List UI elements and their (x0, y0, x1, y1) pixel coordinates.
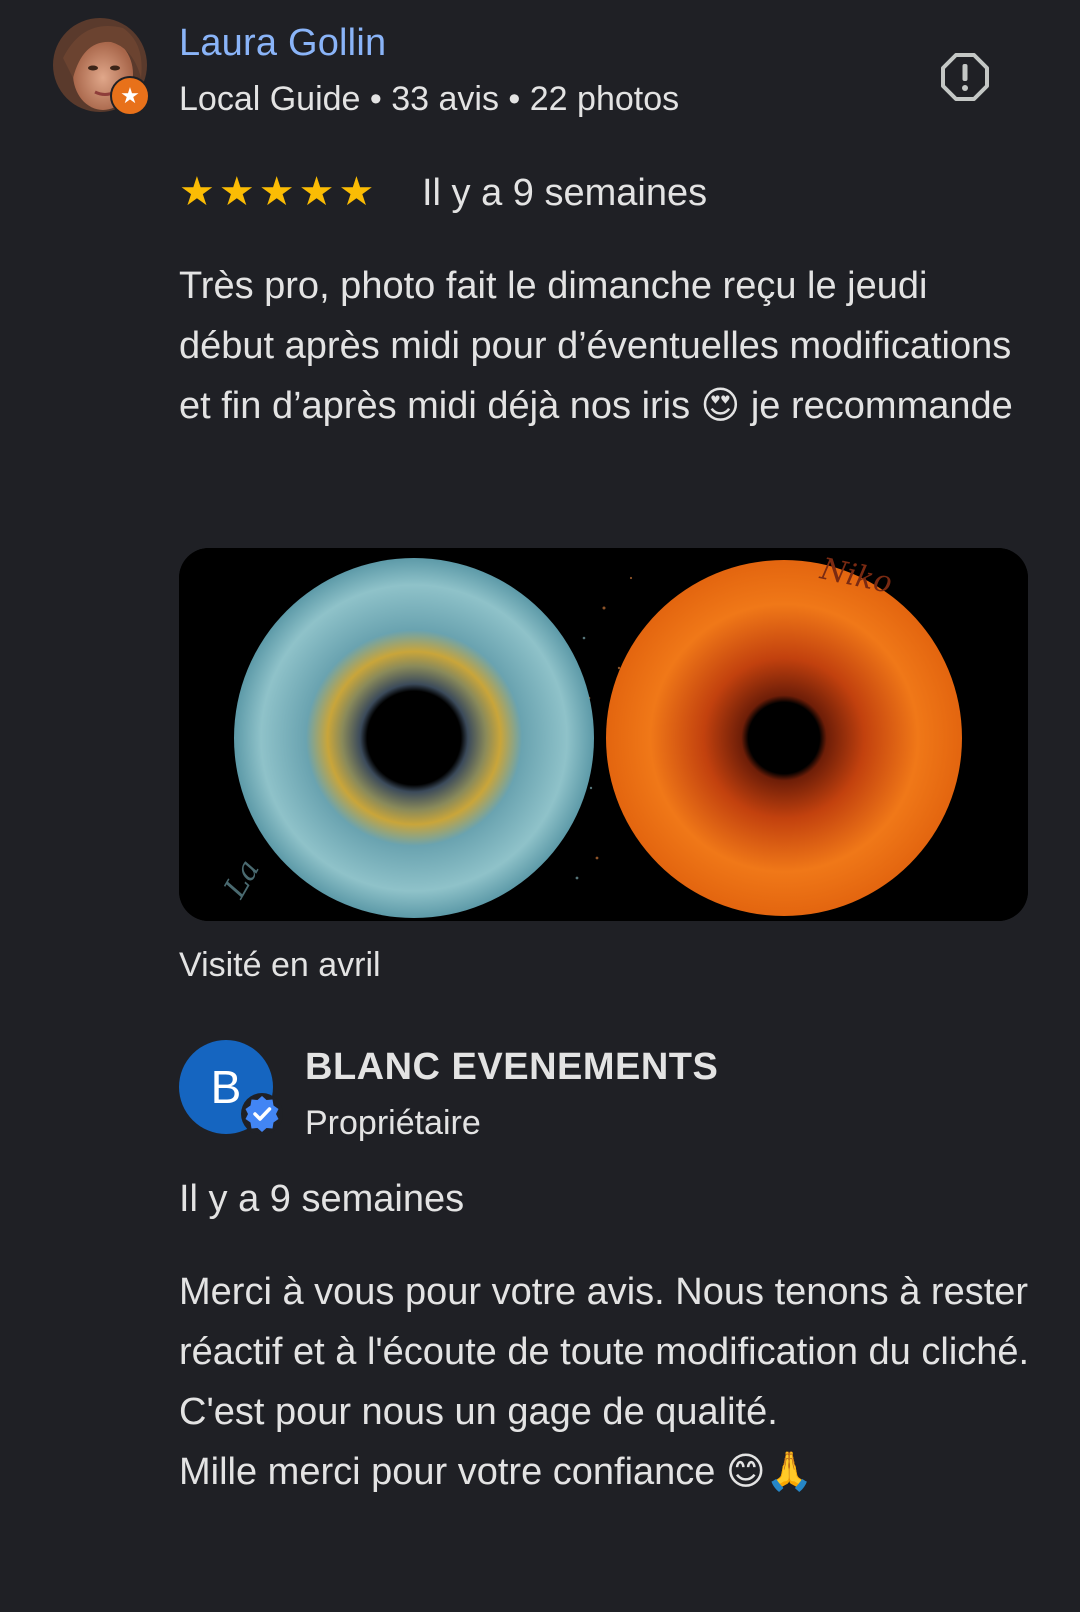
star-icon: ★ (258, 170, 295, 214)
response-text: Merci à vous pour votre avis. Nous tenon… (179, 1262, 1039, 1502)
response-line: Mille merci pour votre confiance 😊🙏 (179, 1451, 813, 1493)
review-card: ★ Laura Gollin Local Guide • 33 avis • 2… (0, 0, 1080, 1612)
reviewer-meta[interactable]: Local Guide • 33 avis • 22 photos (179, 80, 679, 119)
review-photo[interactable]: Niko La (179, 548, 1028, 921)
star-rating: ★ ★ ★ ★ ★ (179, 170, 374, 214)
reviewer-name[interactable]: Laura Gollin (179, 22, 386, 65)
review-date: Il y a 9 semaines (422, 172, 708, 214)
star-icon: ★ (218, 170, 255, 214)
review-text: Très pro, photo fait le dimanche reçu le… (179, 265, 1013, 427)
owner-initial: B (210, 1061, 242, 1113)
owner-role: Propriétaire (305, 1104, 481, 1142)
star-icon: ★ (338, 170, 375, 214)
response-line: Merci à vous pour votre avis. Nous tenon… (179, 1271, 1030, 1433)
visited-date: Visité en avril (179, 946, 381, 984)
response-date: Il y a 9 semaines (179, 1178, 465, 1220)
star-icon: ★ (179, 170, 215, 214)
local-guide-star-icon: ★ (110, 76, 150, 116)
verified-check-icon (240, 1092, 284, 1136)
star-icon: ★ (298, 170, 335, 214)
report-icon[interactable] (940, 52, 990, 102)
owner-name: BLANC EVENEMENTS (305, 1046, 719, 1088)
